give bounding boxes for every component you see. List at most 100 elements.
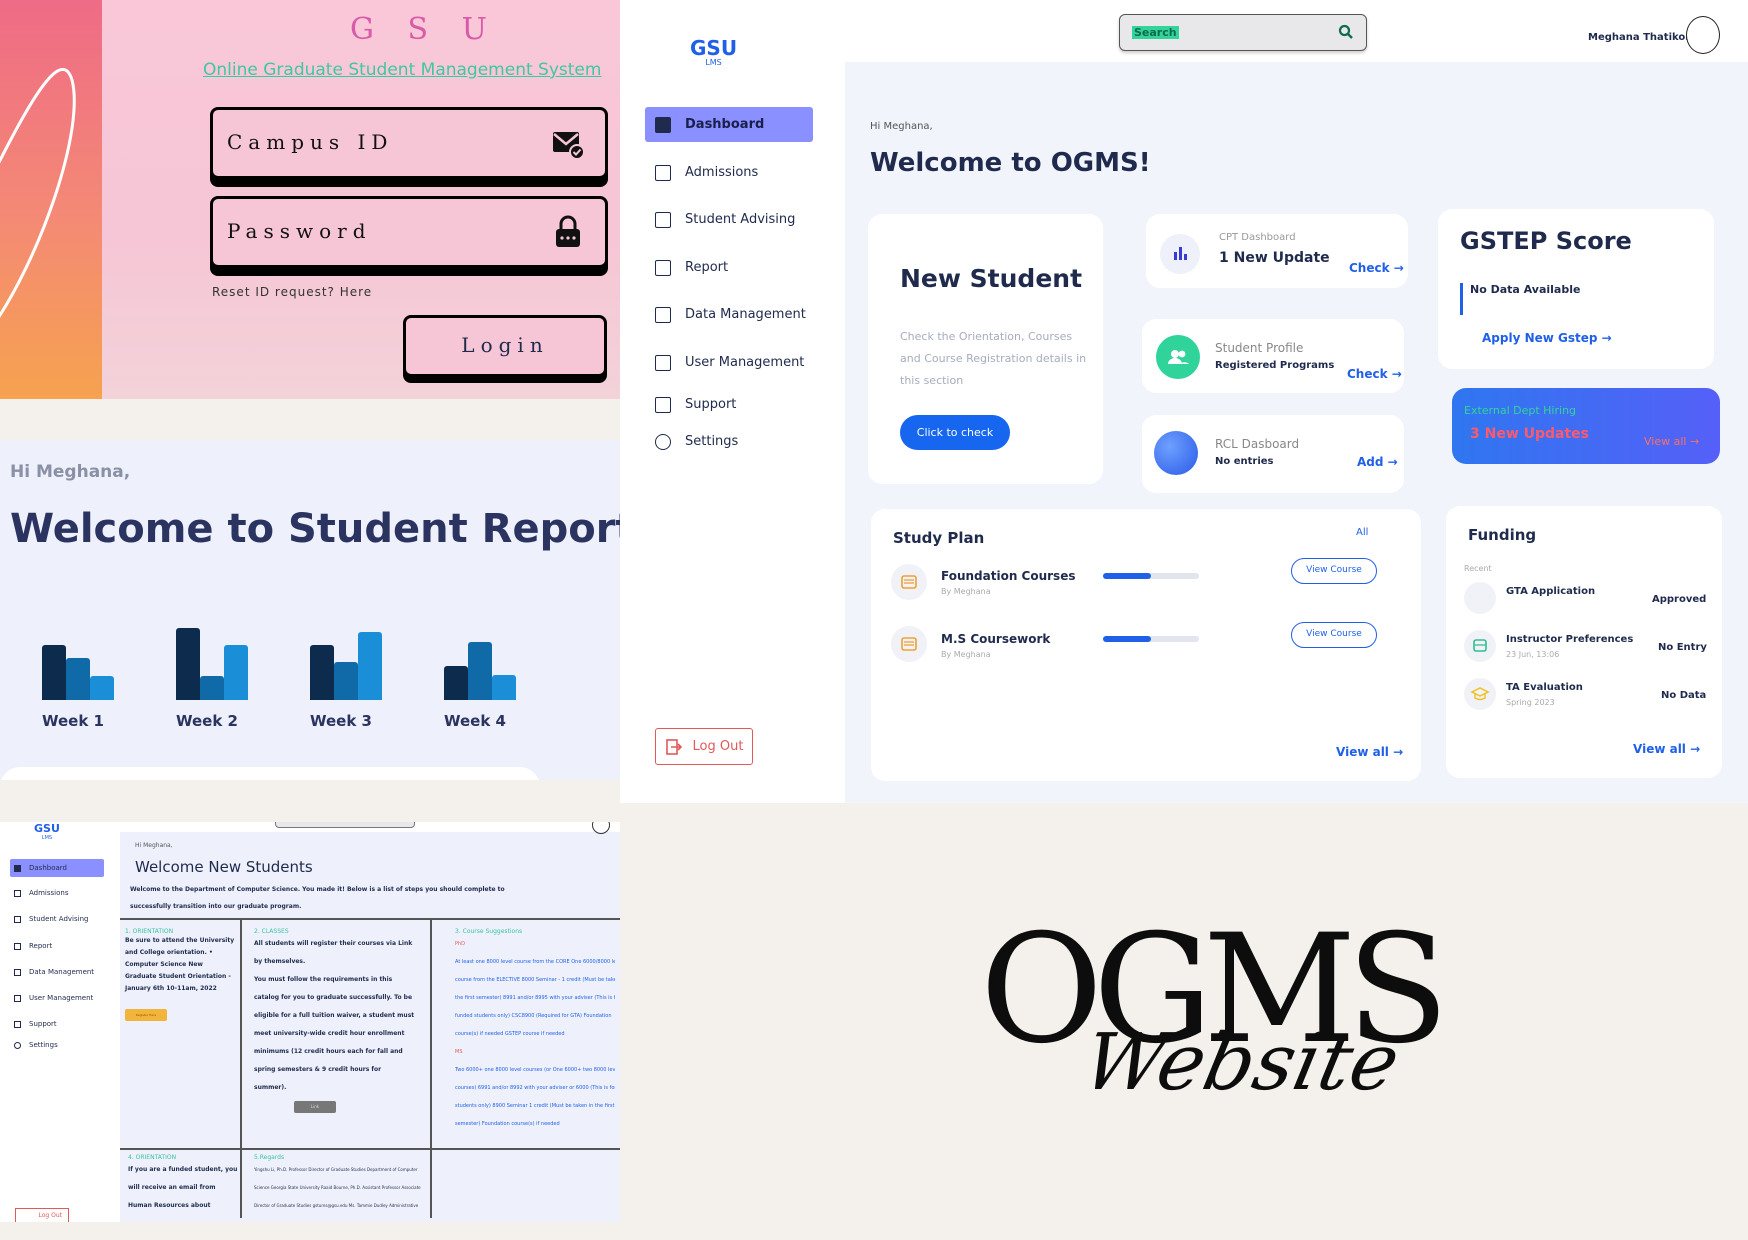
- dashboard-greeting: Hi Meghana,: [870, 121, 933, 132]
- gta-icon: [1464, 582, 1496, 614]
- wns-sidebar-item-support[interactable]: Support: [10, 1015, 104, 1033]
- link-button[interactable]: Link: [294, 1101, 336, 1113]
- search-input[interactable]: Search: [1119, 14, 1367, 51]
- campus-id-field[interactable]: Campus ID: [210, 107, 608, 179]
- col-line: spring semesters & 9 credit hours for: [254, 1066, 382, 1073]
- search-placeholder: Search: [1132, 26, 1179, 39]
- register-here-button[interactable]: Register Here: [125, 1009, 167, 1021]
- orientation-column: 1. ORIENTATION Be sure to attend the Uni…: [125, 928, 237, 1021]
- sidebar-item-data-management[interactable]: Data Management: [645, 297, 813, 332]
- sidebar-item-report[interactable]: Report: [645, 250, 813, 285]
- col5-lines: Yingshu Li, Ph.D. Professor Director of …: [254, 1161, 430, 1215]
- user-gear-icon: [14, 994, 21, 1002]
- logo-text: GSU: [690, 36, 738, 60]
- rcl-value: No entries: [1215, 456, 1274, 467]
- col-line: If you are a funded student, you: [128, 1166, 238, 1173]
- col-line: Two 6000+ one 8000 level courses (or One…: [455, 1067, 615, 1073]
- col-line: the first semester) 8991 and/or 8995 wit…: [455, 995, 615, 1001]
- decorative-strip: [0, 0, 102, 399]
- wns-intro-line: Welcome to the Department of Computer Sc…: [130, 886, 505, 893]
- phd-lines: At least one 8000 level course from the …: [455, 953, 615, 1043]
- sidebar-item-student-advising[interactable]: Student Advising: [645, 202, 813, 237]
- wns-sidebar-item-settings[interactable]: Settings: [10, 1036, 104, 1054]
- app-subtitle[interactable]: Online Graduate Student Management Syste…: [203, 60, 601, 80]
- sidebar-item-label: Student Advising: [685, 212, 796, 227]
- apply-gstep-label: Apply New Gstep: [1482, 331, 1598, 345]
- rcl-add-link[interactable]: Add →: [1357, 455, 1398, 469]
- arrow-right-icon: →: [1601, 331, 1612, 345]
- sidebar-item-settings[interactable]: Settings: [645, 424, 813, 459]
- wns-sidebar-item-report[interactable]: Report: [10, 937, 104, 955]
- sidebar-item-user-management[interactable]: User Management: [645, 345, 813, 380]
- sidebar-item-admissions[interactable]: Admissions: [645, 155, 813, 190]
- col-line: Director of Graduate Studies gsturns@gsu…: [254, 1203, 419, 1208]
- new-student-description: Check the Orientation, Courses and Cours…: [900, 330, 1087, 387]
- col-line: Science Georgia State University Raaid B…: [254, 1185, 421, 1190]
- col-line: Human Resources about: [128, 1202, 211, 1209]
- wns-sidebar-item-user-management[interactable]: User Management: [10, 989, 104, 1007]
- col-heading: 5.Regards: [254, 1154, 285, 1161]
- wns-sidebar-label: User Management: [29, 994, 94, 1002]
- wns-sidebar-item-student-advising[interactable]: Student Advising: [10, 910, 104, 928]
- search-icon[interactable]: [1338, 24, 1354, 40]
- logout-button[interactable]: Log Out: [655, 728, 753, 765]
- calendar-icon: [14, 968, 21, 976]
- ms-lines: Two 6000+ one 8000 level courses (or One…: [455, 1061, 615, 1133]
- view-course-button[interactable]: View Course: [1291, 622, 1377, 648]
- col-heading: 4. ORIENTATION: [128, 1154, 177, 1161]
- funding-recent-label: Recent: [1464, 564, 1492, 573]
- reset-id-link[interactable]: Reset ID request? Here: [212, 285, 372, 299]
- chart-category-label: Week 3: [310, 712, 372, 730]
- password-field[interactable]: Password: [210, 196, 608, 268]
- click-to-check-button[interactable]: Click to check: [900, 415, 1010, 450]
- bookmark-icon: [655, 211, 671, 228]
- wns-logo[interactable]: GSU LMS: [34, 822, 60, 841]
- wns-logout-button[interactable]: Log Out: [15, 1208, 69, 1222]
- sidebar-item-label: Report: [685, 260, 729, 275]
- login-button[interactable]: Login: [403, 315, 607, 377]
- course-author: By Meghana: [941, 650, 991, 659]
- wns-title: Welcome New Students: [135, 858, 313, 876]
- wns-sidebar-label: Settings: [29, 1041, 58, 1049]
- arrow-right-icon: →: [1689, 435, 1700, 448]
- apply-gstep-link[interactable]: Apply New Gstep →: [1482, 331, 1612, 345]
- funding-item-sub: Spring 2023: [1506, 698, 1555, 707]
- welcome-new-students-panel: GSU LMS Dashboard Admissions Student Adv…: [0, 822, 620, 1222]
- cpt-label: CPT Dashboard: [1219, 232, 1296, 243]
- chart-category-label: Week 1: [42, 712, 104, 730]
- study-plan-view-all-link[interactable]: View all →: [1336, 745, 1403, 759]
- wns-sidebar-item-data-management[interactable]: Data Management: [10, 963, 104, 981]
- calendar-icon: [655, 306, 671, 323]
- profile-value: Registered Programs: [1215, 360, 1335, 371]
- profile-label: Student Profile: [1215, 341, 1304, 355]
- message-icon: [14, 942, 21, 950]
- wns-sidebar-item-admissions[interactable]: Admissions: [10, 884, 104, 902]
- cpt-check-link[interactable]: Check →: [1349, 261, 1404, 275]
- course-author: By Meghana: [941, 587, 991, 596]
- funding-view-all-link[interactable]: View all →: [1633, 742, 1700, 756]
- wns-sidebar-item-dashboard[interactable]: Dashboard: [10, 859, 104, 877]
- study-plan-all-link[interactable]: All: [1356, 527, 1368, 538]
- col-heading: 3. Course Suggestions: [455, 928, 523, 935]
- hiring-view-all-link[interactable]: View all →: [1644, 435, 1699, 448]
- sidebar-item-dashboard[interactable]: Dashboard: [645, 107, 813, 142]
- col-line: meet university-wide credit hour enrollm…: [254, 1030, 405, 1037]
- message-icon: [655, 259, 671, 276]
- gsu-lms-logo[interactable]: GSU LMS: [690, 36, 737, 67]
- hiring-value: 3 New Updates: [1470, 426, 1590, 442]
- sidebar-item-support[interactable]: Support: [645, 387, 813, 422]
- avatar[interactable]: [1686, 16, 1720, 54]
- col-line: funded students only) CSC8900 (Required …: [455, 1013, 612, 1019]
- profile-check-link[interactable]: Check →: [1347, 367, 1402, 381]
- course-name: M.S Coursework: [941, 632, 1051, 646]
- sidebar-item-label: Settings: [685, 434, 739, 449]
- gstep-divider: [1460, 283, 1463, 315]
- funding-title: Funding: [1468, 526, 1537, 544]
- wns-sidebar-label: Admissions: [29, 889, 69, 897]
- col-line: catalog for you to graduate successfully…: [254, 994, 413, 1001]
- col2-lines: All students will register their courses…: [254, 935, 426, 1097]
- view-course-button[interactable]: View Course: [1291, 558, 1377, 584]
- chart-bar: [468, 642, 492, 700]
- report-title: Welcome to Student Report!: [10, 506, 620, 552]
- wns-search-input[interactable]: [275, 822, 415, 828]
